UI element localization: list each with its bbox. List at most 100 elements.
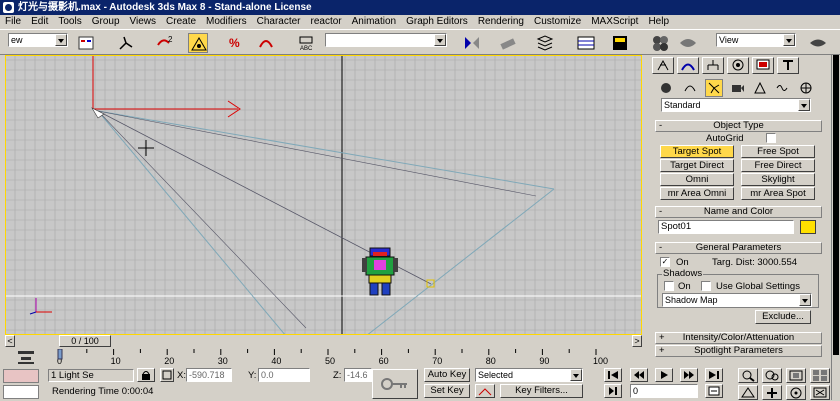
align-icon[interactable] — [498, 33, 518, 53]
track-bar[interactable]: 0 10 20 30 40 50 60 70 80 90 100 — [55, 348, 655, 367]
object-type-rollout-header[interactable]: - Object Type — [655, 120, 822, 132]
lights-icon[interactable] — [705, 79, 723, 97]
menu-group[interactable]: Group — [87, 15, 125, 29]
shapes-icon[interactable] — [683, 81, 697, 95]
create-tab-icon[interactable] — [652, 57, 674, 74]
render-type-combo[interactable]: View — [716, 33, 796, 47]
schematic-view-icon[interactable] — [610, 33, 630, 53]
menu-views[interactable]: Views — [125, 15, 162, 29]
motion-tab-icon[interactable] — [727, 57, 749, 74]
absolute-mode-icon[interactable] — [160, 368, 174, 382]
light-category-combo[interactable]: Standard — [661, 98, 811, 112]
y-coordinate-field[interactable]: 0.0 — [258, 368, 310, 382]
time-next-button[interactable]: > — [632, 335, 642, 347]
menu-edit[interactable]: Edit — [26, 15, 53, 29]
lock-selection-icon[interactable] — [137, 368, 155, 382]
time-slider[interactable]: < 0 / 100 > — [5, 335, 642, 347]
spinner-snap-icon[interactable] — [256, 33, 276, 53]
intensity-color-attenuation-rollout-header[interactable]: + Intensity/Color/Attenuation — [655, 332, 822, 344]
open-mini-curve-editor-icon[interactable] — [15, 348, 37, 366]
mirror-icon[interactable] — [462, 33, 482, 53]
shadows-on-checkbox[interactable] — [664, 281, 674, 291]
auto-key-button[interactable]: Auto Key — [424, 368, 470, 382]
shadow-type-combo[interactable]: Shadow Map — [662, 293, 812, 307]
render-scene-icon[interactable] — [678, 33, 698, 53]
skylight-button[interactable]: Skylight — [741, 173, 815, 186]
menu-graph-editors[interactable]: Graph Editors — [401, 15, 473, 29]
svg-text:%: % — [229, 36, 240, 50]
mr-area-omni-button[interactable]: mr Area Omni — [660, 187, 734, 200]
free-direct-button[interactable]: Free Direct — [741, 159, 815, 172]
maxscript-listener-mini[interactable] — [3, 369, 39, 383]
exclude-button[interactable]: Exclude... — [755, 310, 811, 324]
go-to-start-icon[interactable] — [604, 368, 622, 382]
autogrid-checkbox[interactable] — [766, 133, 776, 143]
menu-reactor[interactable]: reactor — [306, 15, 347, 29]
name-and-color-rollout-header[interactable]: - Name and Color — [655, 206, 822, 218]
select-object-icon[interactable] — [116, 33, 136, 53]
material-editor-icon[interactable] — [650, 33, 670, 53]
utilities-tab-icon[interactable] — [777, 57, 799, 74]
menu-maxscript[interactable]: MAXScript — [586, 15, 643, 29]
menu-help[interactable]: Help — [643, 15, 674, 29]
menu-character[interactable]: Character — [252, 15, 306, 29]
shadows-on-label: On — [678, 281, 691, 292]
perspective-viewport[interactable] — [5, 55, 642, 335]
target-spot-button[interactable]: Target Spot — [660, 145, 734, 158]
modify-tab-icon[interactable] — [677, 57, 699, 74]
svg-text:2: 2 — [168, 35, 173, 44]
helpers-icon[interactable] — [753, 81, 767, 95]
percent-snap-icon[interactable]: % — [226, 33, 246, 53]
named-selection-combo[interactable] — [325, 33, 447, 47]
use-global-settings-checkbox[interactable] — [701, 281, 711, 291]
time-slider-thumb[interactable]: 0 / 100 — [59, 335, 111, 347]
cameras-icon[interactable] — [731, 81, 745, 95]
select-and-move-icon[interactable] — [188, 33, 208, 53]
free-spot-button[interactable]: Free Spot — [741, 145, 815, 158]
select-by-name-icon[interactable] — [76, 33, 96, 53]
main-toolbar: ew 2 % ABC View — [0, 29, 840, 55]
set-key-mode-icon[interactable] — [372, 369, 418, 399]
hierarchy-tab-icon[interactable] — [702, 57, 724, 74]
set-key-button[interactable]: Set Key — [424, 384, 470, 398]
object-name-field[interactable]: Spot01 — [658, 220, 794, 234]
previous-frame-icon[interactable] — [630, 368, 648, 382]
quick-render-icon[interactable] — [808, 33, 828, 53]
svg-text:ABC: ABC — [300, 46, 313, 52]
general-parameters-rollout-header[interactable]: - General Parameters — [655, 242, 822, 254]
x-coordinate-field[interactable]: -590.718 — [186, 368, 232, 382]
geometry-icon[interactable] — [659, 81, 673, 95]
key-mode-toggle-icon[interactable] — [604, 384, 622, 398]
systems-icon[interactable] — [799, 81, 813, 95]
x-label: X: — [177, 370, 186, 381]
target-direct-button[interactable]: Target Direct — [660, 159, 734, 172]
menu-create[interactable]: Create — [161, 15, 201, 29]
menu-animation[interactable]: Animation — [347, 15, 401, 29]
layer-manager-icon[interactable] — [535, 33, 555, 53]
spotlight-parameters-rollout-header[interactable]: + Spotlight Parameters — [655, 345, 822, 357]
selection-filter-combo[interactable]: ew — [8, 33, 68, 47]
mr-area-spot-button[interactable]: mr Area Spot — [741, 187, 815, 200]
key-tangent-icon[interactable] — [475, 384, 495, 398]
light-on-checkbox[interactable]: ✓ — [660, 257, 670, 267]
selection-info: 1 Light Se — [48, 369, 134, 382]
menu-modifiers[interactable]: Modifiers — [201, 15, 252, 29]
menu-rendering[interactable]: Rendering — [473, 15, 529, 29]
menu-customize[interactable]: Customize — [529, 15, 586, 29]
key-mode-selected-combo[interactable]: Selected — [475, 368, 583, 382]
maxscript-input-mini[interactable] — [3, 385, 39, 399]
edit-named-selection-icon[interactable]: ABC — [296, 33, 316, 53]
display-tab-icon[interactable] — [752, 57, 774, 74]
time-prev-button[interactable]: < — [5, 335, 15, 347]
viewport-canvas[interactable] — [6, 56, 642, 335]
menu-file[interactable]: File — [0, 15, 26, 29]
track-view-icon[interactable] — [576, 33, 596, 53]
space-warps-icon[interactable] — [775, 81, 789, 95]
menu-tools[interactable]: Tools — [53, 15, 86, 29]
omni-button[interactable]: Omni — [660, 173, 734, 186]
panel-scrollbar[interactable] — [831, 55, 840, 400]
z-coordinate-field[interactable]: -14.6 — [344, 368, 372, 382]
key-filters-button[interactable]: Key Filters... — [500, 384, 583, 398]
object-color-swatch[interactable] — [800, 220, 816, 234]
link-icon[interactable]: 2 — [155, 33, 175, 53]
